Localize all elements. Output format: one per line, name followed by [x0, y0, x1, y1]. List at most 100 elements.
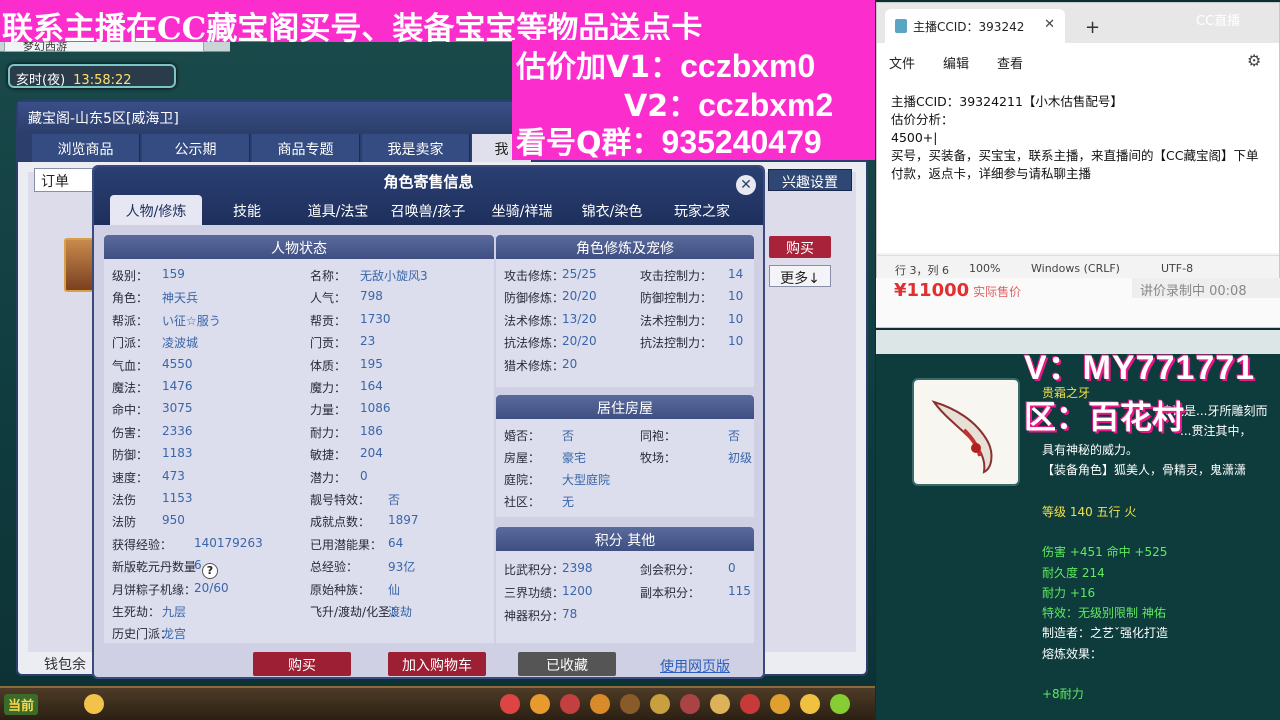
promo-qq: 看号Q群：935240479 — [516, 118, 822, 162]
stat-row-value: 204 — [360, 446, 383, 461]
tab-character[interactable]: 人物/修炼 — [110, 195, 202, 225]
stat-row: 伤害： 2336 — [112, 424, 193, 441]
status-encoding: UTF-8 — [1161, 262, 1194, 275]
stat-row-value: 798 — [360, 289, 383, 304]
tab-seller[interactable]: 我是卖家 — [362, 134, 470, 162]
stat-row: 潜力： 0 — [310, 469, 368, 486]
cultivation-row: 法术修炼： 13/20 — [504, 312, 597, 329]
server-overlay-tag: 区：百花村 — [1024, 398, 1185, 436]
cultivation-row-value: 20 — [562, 356, 578, 371]
house-row: 房屋： 豪宅 — [504, 449, 586, 466]
item-durability: 耐久度 214 — [1042, 566, 1105, 580]
status-section: 人物状态 级别： 159 角色： 神天兵 帮派： い征☆服う 门派： 凌波城 气血： 4550 魔法… — [104, 235, 494, 643]
tab-public[interactable]: 公示期 — [142, 134, 250, 162]
close-icon[interactable]: ✕ — [1044, 17, 1055, 32]
emoji-icon[interactable] — [84, 694, 104, 714]
status-zoom: 100% — [969, 262, 1001, 275]
friend-icon[interactable] — [680, 694, 700, 714]
menu-edit[interactable]: 编辑 — [943, 53, 969, 72]
cultivation-row-value: 25/25 — [562, 267, 597, 281]
status-title: 人物状态 — [104, 235, 494, 259]
notepad-text-area[interactable]: 主播CCID：39324211【小木估售配号】 估价分析： 4500+| 买号，… — [877, 79, 1279, 253]
wallet-label: 钱包余 — [44, 657, 86, 673]
notepad-window: 主播CCID：393242 ✕ + 文件 编辑 查看 ⚙ 主播CCID：3932… — [876, 2, 1280, 279]
tab-home[interactable]: 玩家之家 — [660, 195, 744, 225]
guild-icon[interactable] — [650, 694, 670, 714]
more-button[interactable]: 更多↓ — [769, 265, 831, 287]
cultivation-row-secondary-value: 10 — [728, 334, 744, 349]
cultivation-row-secondary: 法术控制力： 10 — [640, 312, 743, 329]
order-field[interactable]: 订单 — [34, 168, 94, 192]
item-attributes: 伤害 +451 命中 +525 — [1042, 545, 1168, 559]
cultivation-row: 猎术修炼： 20 — [504, 357, 577, 374]
favorited-button[interactable]: 已收藏 — [518, 652, 616, 676]
gift-icon[interactable] — [740, 694, 760, 714]
stat-row-key: 原始种族： — [310, 582, 371, 597]
score-section: 积分 其他 比武积分： 2398 剑会积分： 0 三界功绩： 1200 副本积分： 115 神器… — [496, 527, 754, 643]
stat-row: 生死劫： 九层 — [112, 603, 186, 620]
stat-row-key: 耐力： — [310, 425, 347, 440]
stat-row: 成就点数： 1897 — [310, 513, 419, 530]
close-icon[interactable]: ✕ — [736, 175, 756, 195]
stat-row: 靓号特效： 否 — [310, 491, 400, 508]
menu-file[interactable]: 文件 — [889, 53, 915, 72]
stat-row-key: 获得经验： — [112, 537, 173, 552]
stat-row: 速度： 473 — [112, 469, 185, 486]
stat-row: 魔法： 1476 — [112, 379, 193, 396]
stat-row-value: 1153 — [162, 491, 193, 505]
promo-box: 估价加V1：cczbxm0 V2：cczbxm2 看号Q群：935240479 — [512, 40, 875, 162]
stat-row-key: 潜力： — [310, 470, 347, 485]
price: ¥11000 实际售价 — [894, 280, 1021, 301]
stat-row-value: 2336 — [162, 423, 193, 438]
house-row-key: 庭院： — [504, 473, 541, 487]
house-row-value: 否 — [562, 429, 575, 443]
mall-icon[interactable] — [770, 694, 790, 714]
notepad-tab-title: 主播CCID：393242 — [913, 20, 1025, 34]
score-row-value: 1200 — [562, 584, 593, 598]
stat-row: 命中： 3075 — [112, 401, 193, 418]
stat-row-value: 1730 — [360, 311, 391, 326]
stat-row: 角色： 神天兵 — [112, 289, 198, 306]
item-special: 特效：无级别限制 神佑 — [1042, 606, 1166, 620]
help-icon[interactable]: ? — [202, 563, 218, 579]
item-maker: 制造者：之艺ˇ强化打造 — [1042, 626, 1169, 640]
pet-icon[interactable] — [560, 694, 580, 714]
task-icon[interactable] — [590, 694, 610, 714]
bag-icon[interactable] — [500, 694, 520, 714]
add-to-cart-button[interactable]: 加入购物车 — [388, 652, 486, 676]
status-line-ending: Windows (CRLF) — [1031, 262, 1120, 275]
character-info-modal: 角色寄售信息 ✕ 人物/修炼 技能 道具/法宝 召唤兽/孩子 坐骑/祥瑞 锦衣/… — [92, 165, 765, 679]
cultivation-row-key: 攻击修炼： — [504, 269, 565, 283]
score-row-value: 2398 — [562, 561, 593, 575]
skill-icon[interactable] — [530, 694, 550, 714]
trade-icon[interactable] — [710, 694, 730, 714]
system-icon[interactable] — [830, 694, 850, 714]
tab-summons[interactable]: 召唤兽/孩子 — [384, 195, 472, 225]
stat-row-key: 气血： — [112, 358, 149, 373]
tab-browse[interactable]: 浏览商品 — [32, 134, 140, 162]
stat-row-key: 魔法： — [112, 381, 149, 395]
tab-outfits[interactable]: 锦衣/染色 — [570, 195, 654, 225]
tab-items[interactable]: 道具/法宝 — [294, 195, 382, 225]
score-row-key: 神器积分： — [504, 609, 565, 623]
side-buy-button[interactable]: 购买 — [769, 236, 831, 258]
new-tab-icon[interactable]: + — [1085, 17, 1100, 38]
interest-settings-button[interactable]: 兴趣设置 — [768, 169, 852, 191]
buy-button[interactable]: 购买 — [253, 652, 351, 676]
tab-topics[interactable]: 商品专题 — [252, 134, 360, 162]
stat-row: 门派： 凌波城 — [112, 334, 198, 351]
menu-view[interactable]: 查看 — [997, 53, 1023, 72]
stat-row: 帮派： い征☆服う — [112, 312, 221, 329]
web-version-link[interactable]: 使用网页版 — [660, 656, 730, 676]
smile-icon[interactable] — [800, 694, 820, 714]
gear-icon[interactable]: ⚙ — [1247, 51, 1261, 70]
promo-banner: 联系主播在CC藏宝阁买号、装备宝宝等物品送点卡 — [0, 0, 875, 47]
notepad-tab[interactable]: 主播CCID：393242 ✕ — [885, 9, 1065, 43]
tab-mounts[interactable]: 坐骑/祥瑞 — [478, 195, 566, 225]
cultivation-title: 角色修炼及宠修 — [496, 235, 754, 259]
stat-row: 人气： 798 — [310, 289, 383, 306]
stat-row-value: 195 — [360, 356, 383, 371]
tab-skills[interactable]: 技能 — [212, 195, 282, 225]
team-icon[interactable] — [620, 694, 640, 714]
channel-current-button[interactable]: 当前 — [4, 694, 39, 715]
